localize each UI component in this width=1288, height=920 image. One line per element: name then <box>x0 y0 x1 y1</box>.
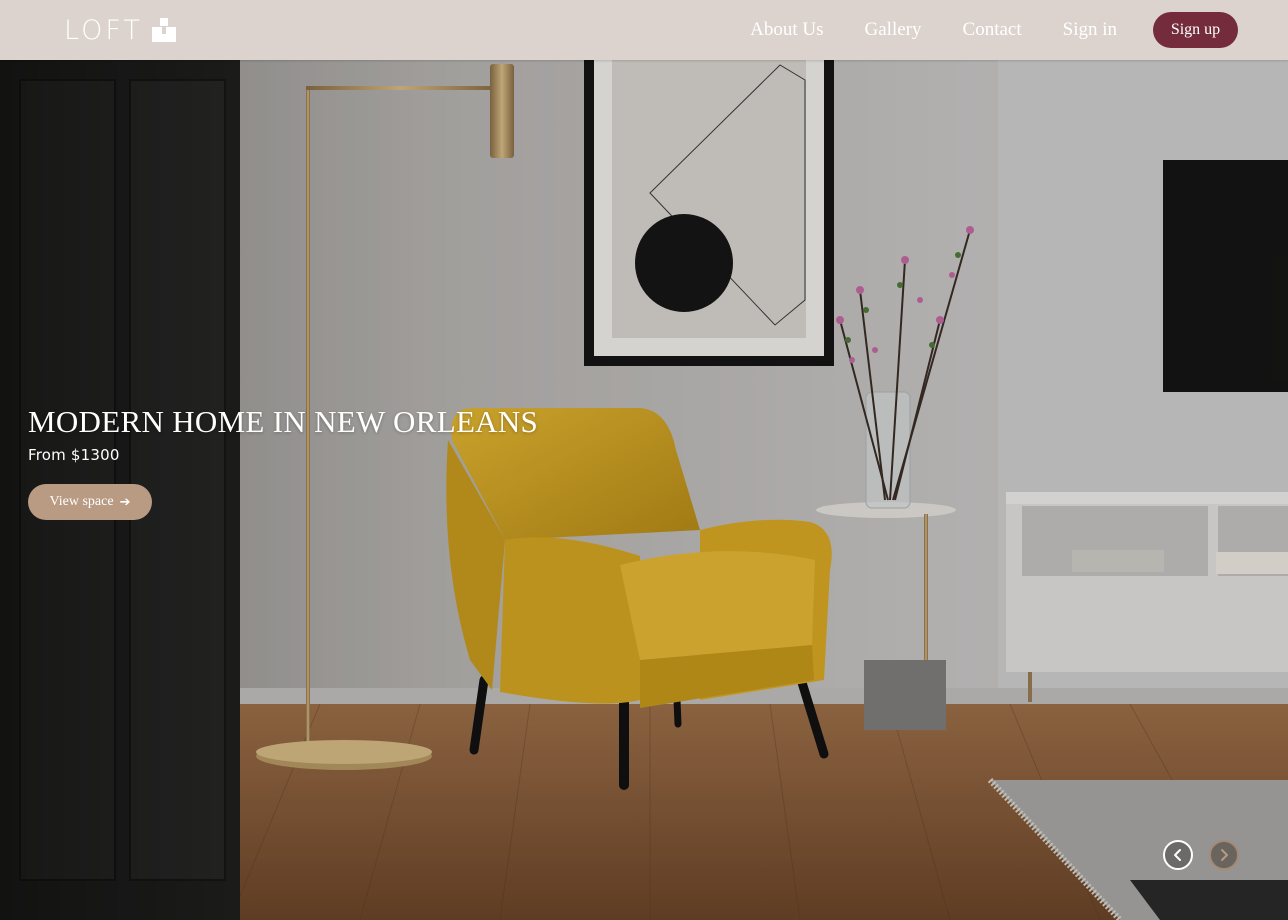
top-nav: LOFT About Us Gallery Contact Sign in Si… <box>0 0 1288 60</box>
stacked-blocks-icon <box>151 18 176 42</box>
hero-price: From $1300 <box>28 446 120 464</box>
hero-title: MODERN HOME IN NEW ORLEANS <box>28 404 539 439</box>
arrow-right-icon: ➔ <box>119 494 131 510</box>
carousel-next-button[interactable] <box>1209 840 1239 870</box>
brand-logo[interactable]: LOFT <box>64 17 177 44</box>
nav-link-contact[interactable]: Contact <box>963 19 1022 41</box>
hero-section: MODERN HOME IN NEW ORLEANS From $1300 Vi… <box>0 60 1288 920</box>
carousel-prev-button[interactable] <box>1163 840 1193 870</box>
sign-up-button[interactable]: Sign up <box>1153 12 1238 48</box>
nav-link-about-us[interactable]: About Us <box>750 19 823 41</box>
nav-links: About Us Gallery Contact Sign in Sign up <box>750 12 1238 48</box>
view-space-label: View space <box>49 494 114 509</box>
nav-link-gallery[interactable]: Gallery <box>865 19 922 41</box>
living-room-photo <box>0 60 1288 920</box>
brand-name: LOFT <box>64 14 143 46</box>
chevron-right-icon <box>1221 849 1228 861</box>
chevron-left-icon <box>1174 849 1181 861</box>
nav-link-sign-in[interactable]: Sign in <box>1063 19 1117 41</box>
view-space-button[interactable]: View space ➔ <box>28 484 152 520</box>
